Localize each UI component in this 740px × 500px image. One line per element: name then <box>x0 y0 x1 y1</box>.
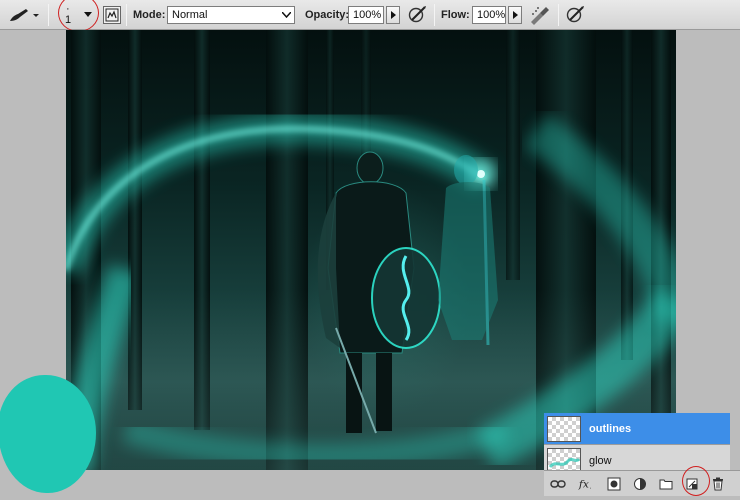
svg-text:.: . <box>590 482 592 490</box>
ghost-spirit-figure <box>438 155 498 346</box>
opacity-slider-button[interactable] <box>386 6 400 24</box>
chevron-right-icon <box>390 11 396 19</box>
mode-select-value: Normal <box>172 9 208 21</box>
flow-input[interactable]: 100% <box>472 6 506 24</box>
flow-label: Flow: <box>441 9 470 21</box>
adjustment-layer-icon[interactable] <box>632 476 648 492</box>
opacity-value: 100% <box>353 9 382 21</box>
airbrush-icon[interactable] <box>528 5 552 25</box>
mode-label: Mode: <box>133 9 166 21</box>
chevron-down-icon <box>84 12 92 17</box>
opacity-label: Opacity: <box>305 9 350 21</box>
document-canvas[interactable] <box>66 30 676 470</box>
brush-size-picker[interactable]: · 1 <box>60 3 100 27</box>
brush-size-value: 1 <box>65 14 72 26</box>
link-icon[interactable] <box>550 476 566 492</box>
glow-stroke-preview <box>548 457 581 468</box>
tablet-pressure-opacity-icon[interactable] <box>406 5 428 25</box>
layers-panel-footer: fx. <box>544 470 740 496</box>
separator <box>126 4 127 26</box>
layer-thumbnail <box>547 415 581 442</box>
brush-panel-toggle-icon[interactable] <box>103 6 121 24</box>
flow-value: 100% <box>477 9 506 21</box>
folder-icon[interactable] <box>658 476 674 492</box>
separator <box>48 4 49 26</box>
separator <box>558 4 559 26</box>
svg-text:fx: fx <box>578 478 589 491</box>
trash-icon[interactable] <box>710 476 726 492</box>
brush-tool-preset-icon[interactable] <box>6 6 40 24</box>
chevron-down-icon <box>282 12 291 18</box>
separator <box>434 4 435 26</box>
tablet-pressure-size-icon[interactable] <box>564 5 586 25</box>
mode-select[interactable]: Normal <box>167 6 295 24</box>
chevron-right-icon <box>512 11 518 19</box>
flow-slider-button[interactable] <box>508 6 522 24</box>
layer-name: glow <box>589 454 612 467</box>
layer-row-outlines[interactable]: outlines <box>544 413 730 445</box>
new-layer-icon[interactable] <box>684 476 700 492</box>
color-swatch-blob <box>0 375 96 493</box>
fx-icon[interactable]: fx. <box>578 476 594 492</box>
options-bar: · 1 Mode: Normal Opacity: 100% Flow: 100… <box>0 0 740 32</box>
mask-icon[interactable] <box>606 476 622 492</box>
opacity-input[interactable]: 100% <box>348 6 384 24</box>
layer-name: outlines <box>589 422 632 435</box>
